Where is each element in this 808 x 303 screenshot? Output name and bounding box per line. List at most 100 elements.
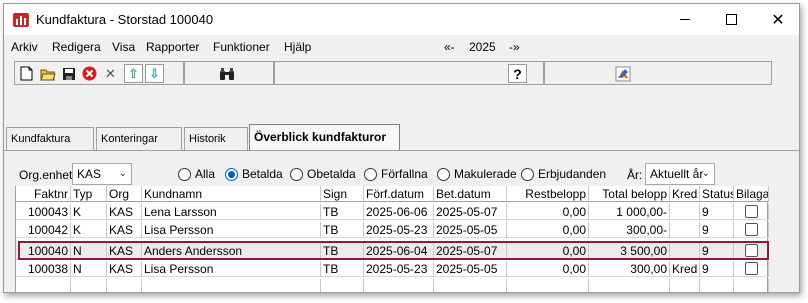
cell-empty [589,279,670,292]
col-sign[interactable]: Sign [321,186,364,202]
toolbar-group-help: ? [274,61,544,85]
toolbar-group-settings [544,61,772,85]
open-folder-icon[interactable] [38,64,57,83]
col-status[interactable]: Status [700,186,734,202]
radio-betalda[interactable]: Betalda [225,167,283,181]
bilaga-checkbox[interactable] [745,205,758,218]
app-window: Kundfaktura - Storstad 100040 ✕ Arkiv Re… [3,3,800,293]
cell-typ: N [71,241,107,260]
bilaga-checkbox[interactable] [745,262,758,275]
menu-rapporter[interactable]: Rapporter [146,40,199,54]
cell-empty [321,279,364,292]
cell-forf-datum: 2025-05-23 [364,222,434,238]
radio-label: Förfallna [381,167,428,181]
tab-konteringar[interactable]: Konteringar [96,127,182,151]
col-org[interactable]: Org [107,186,142,202]
cell-forf-datum: 2025-06-04 [364,241,434,260]
col-restbelopp[interactable]: Restbelopp [507,186,589,202]
minimize-button[interactable] [662,4,708,35]
bilaga-checkbox[interactable] [745,244,758,257]
radio-button[interactable] [290,167,303,181]
cell-org: KAS [107,222,142,238]
menu-arkiv[interactable]: Arkiv [11,40,38,54]
org-select[interactable]: KAS ⌄ [72,163,132,185]
col-faktnr[interactable]: Faktnr [16,186,71,202]
radio-erbjudanden[interactable]: Erbjudanden [521,167,606,181]
menu-funktioner[interactable]: Funktioner [213,40,270,54]
cell-faktnr: 100038 [16,261,71,277]
menu-visa[interactable]: Visa [112,40,135,54]
cell-sign: TB [321,222,364,238]
radio-obetalda[interactable]: Obetalda [290,167,356,181]
cell-restbelopp: 0,00 [507,261,589,277]
tab-label: Konteringar [101,133,158,145]
toolbar-group-main: ✕ ⇧ ⇩ [14,61,184,85]
tab-label: Överblick kundfakturor [254,130,387,144]
table-row-selected[interactable]: 100040 N KAS Anders Andersson TB 2025-06… [16,241,769,260]
col-typ[interactable]: Typ [71,186,107,202]
col-forf-datum[interactable]: Förf.datum [364,186,434,202]
cell-status: 9 [700,241,734,260]
year-select[interactable]: Aktuellt år ⌄ [645,163,715,185]
cell-empty [734,279,769,292]
radio-forfallna[interactable]: Förfallna [364,167,428,181]
cell-typ: K [71,204,107,220]
col-bet-datum[interactable]: Bet.datum [434,186,507,202]
new-document-icon[interactable] [17,64,36,83]
palette-icon[interactable] [613,64,632,83]
radio-button[interactable] [521,167,534,181]
toolbar-group-search [184,61,274,85]
tab-kundfaktura[interactable]: Kundfaktura [6,127,94,151]
cell-total-belopp: 1 000,00- [589,204,670,220]
arrow-up-icon[interactable]: ⇧ [124,64,143,83]
cancel-icon[interactable] [80,64,99,83]
cell-empty [700,279,734,292]
cell-bet-datum: 2025-05-05 [434,261,507,277]
table-row[interactable]: 100042 K KAS Lisa Persson TB 2025-05-23 … [16,222,769,238]
arrow-down-icon[interactable]: ⇩ [145,64,164,83]
col-bilaga[interactable]: Bilaga [734,186,769,202]
radio-makulerade[interactable]: Makulerade [437,167,517,181]
tab-label: Historik [189,133,226,145]
menu-redigera[interactable]: Redigera [52,40,101,54]
maximize-button[interactable] [708,4,754,35]
cell-bet-datum: 2025-05-07 [434,241,507,260]
radio-alla[interactable]: Alla [178,167,215,181]
cell-faktnr: 100040 [16,241,71,260]
tab-overblick-kundfakturor[interactable]: Överblick kundfakturor [249,124,400,151]
save-icon[interactable] [59,64,78,83]
year-prev-button[interactable]: «- [444,40,455,54]
table-row-empty [16,279,769,292]
radio-button[interactable] [364,167,377,181]
table-row[interactable]: 100043 K KAS Lena Larsson TB 2025-06-06 … [16,204,769,220]
cell-empty [364,279,434,292]
radio-button[interactable] [225,167,238,181]
delete-icon[interactable]: ✕ [101,64,120,83]
radio-button[interactable] [437,167,450,181]
radio-label: Obetalda [307,167,356,181]
cell-status: 9 [700,261,734,277]
cell-empty [71,279,107,292]
cell-kred [670,222,700,238]
cell-empty [434,279,507,292]
cell-org: KAS [107,261,142,277]
cell-sign: TB [321,261,364,277]
col-kred[interactable]: Kred [670,186,700,202]
tab-historik[interactable]: Historik [184,127,248,151]
binoculars-icon[interactable] [217,64,236,83]
help-icon[interactable]: ? [508,64,527,83]
menu-hjalp[interactable]: Hjälp [284,40,311,54]
cell-faktnr: 100042 [16,222,71,238]
table-row[interactable]: 100038 N KAS Lisa Persson TB 2025-05-23 … [16,261,769,277]
year-next-button[interactable]: -» [509,40,520,54]
title-bar: Kundfaktura - Storstad 100040 ✕ [4,4,799,35]
cell-bilaga [734,222,769,238]
col-kundnamn[interactable]: Kundnamn [142,186,321,202]
bilaga-checkbox[interactable] [745,223,758,236]
cell-total-belopp: 3 500,00 [589,241,670,260]
cell-empty [670,279,700,292]
radio-label: Betalda [242,167,283,181]
close-button[interactable]: ✕ [755,4,799,35]
radio-button[interactable] [178,167,191,181]
col-total-belopp[interactable]: Total belopp [589,186,670,202]
